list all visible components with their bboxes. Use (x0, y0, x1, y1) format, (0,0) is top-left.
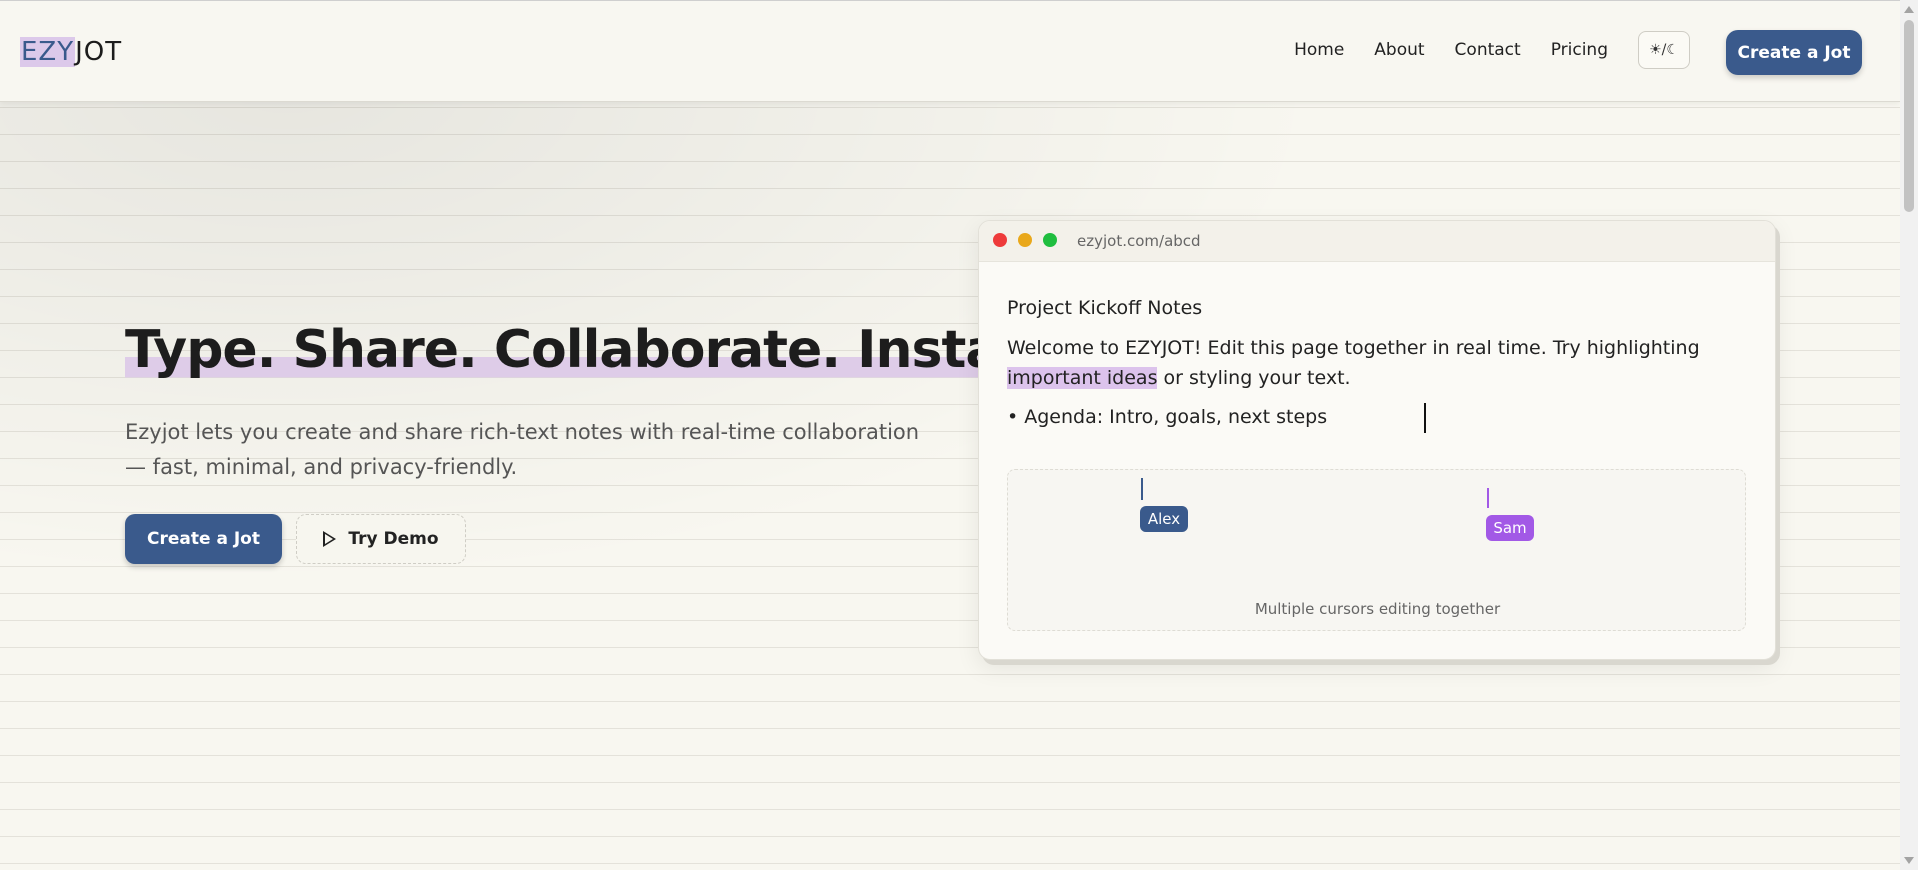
collaborator-tag-alex: Alex (1140, 506, 1188, 532)
agenda-line: • Agenda: Intro, goals, next steps (1007, 406, 1328, 428)
collaboration-demo: Alex Sam Multiple cursors editing togeth… (1007, 469, 1746, 631)
close-dot-icon (993, 233, 1007, 247)
logo[interactable]: EZYJOT (20, 37, 122, 67)
collaboration-caption: Multiple cursors editing together (1254, 600, 1501, 618)
scroll-up-arrow-icon[interactable] (1904, 6, 1914, 13)
note-body-text: Welcome to EZYJOT! Edit this page togeth… (1007, 337, 1700, 359)
sam-cursor (1487, 488, 1489, 508)
theme-toggle-button[interactable]: ☀/☾ (1638, 31, 1690, 69)
logo-rest: JOT (75, 37, 123, 67)
preview-url: ezyjot.com/abcd (1077, 232, 1201, 250)
logo-highlight: EZY (20, 37, 76, 67)
hero-title: Type. Share. Collaborate. Instantly. (125, 320, 1124, 380)
nav-contact[interactable]: Contact (1455, 40, 1521, 60)
minimize-dot-icon (1018, 233, 1032, 247)
scroll-thumb[interactable] (1904, 20, 1914, 212)
nav-pricing[interactable]: Pricing (1551, 40, 1608, 60)
play-icon (323, 531, 337, 547)
main-nav: Home About Contact Pricing ☀/☾ (1264, 31, 1690, 69)
scroll-down-arrow-icon[interactable] (1904, 857, 1914, 864)
sun-moon-icon: ☀/☾ (1649, 42, 1679, 58)
note-body-text-end: or styling your text. (1157, 367, 1351, 389)
header-create-jot-button[interactable]: Create a Jot (1726, 30, 1862, 75)
highlighted-text: important ideas (1007, 367, 1158, 389)
nav-home[interactable]: Home (1294, 40, 1344, 60)
page-scrollbar[interactable] (1900, 0, 1918, 870)
try-demo-label: Try Demo (348, 529, 439, 549)
maximize-dot-icon (1043, 233, 1057, 247)
window-title-bar: ezyjot.com/abcd (979, 221, 1775, 262)
note-title: Project Kickoff Notes (1007, 297, 1203, 319)
editor-preview-card: ezyjot.com/abcd Project Kickoff Notes We… (978, 220, 1776, 660)
hero-create-jot-button[interactable]: Create a Jot (125, 514, 282, 564)
hero-subtitle: Ezyjot lets you create and share rich-te… (125, 420, 920, 479)
collaborator-tag-sam: Sam (1486, 515, 1534, 541)
text-cursor (1424, 403, 1426, 433)
note-body: Welcome to EZYJOT! Edit this page togeth… (1007, 333, 1752, 393)
try-demo-button[interactable]: Try Demo (296, 514, 466, 564)
site-header: EZYJOT Home About Contact Pricing ☀/☾ Cr… (0, 0, 1900, 102)
alex-cursor (1141, 478, 1143, 500)
nav-about[interactable]: About (1374, 40, 1424, 60)
